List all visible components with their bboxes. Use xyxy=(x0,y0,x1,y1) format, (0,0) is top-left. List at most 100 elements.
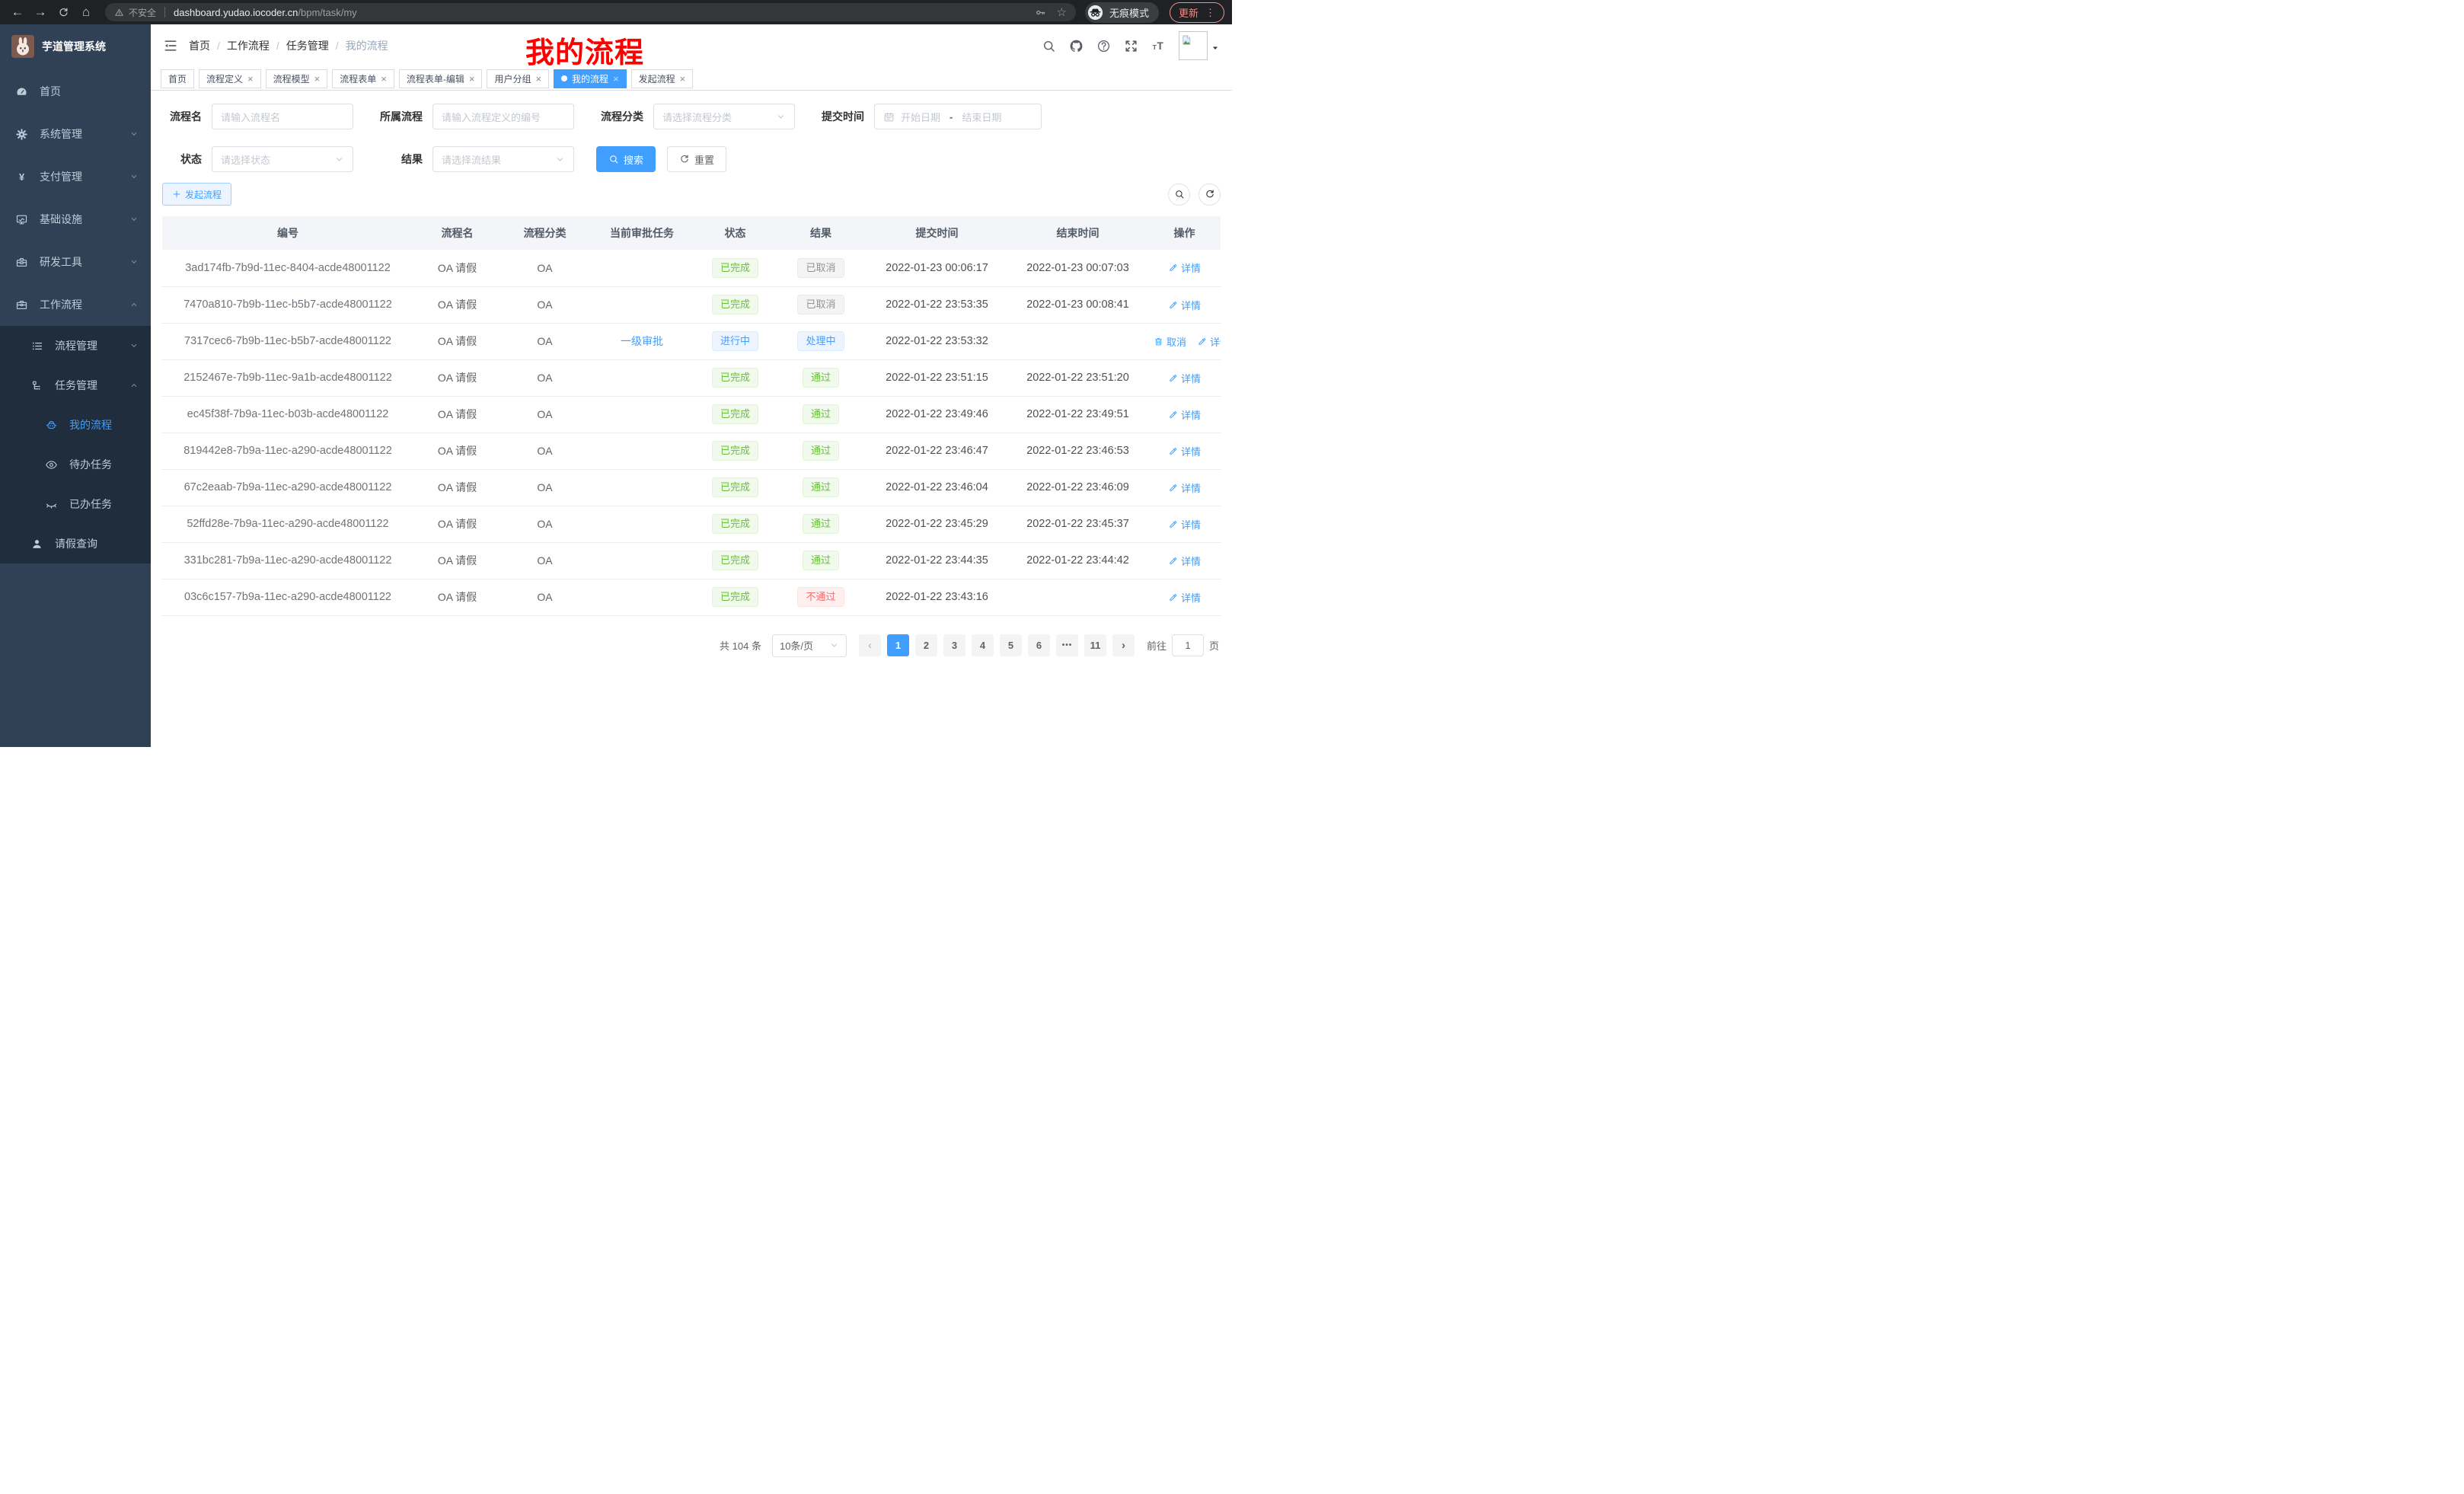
app-logo[interactable]: 芋道管理系统 xyxy=(0,24,151,69)
back-button[interactable]: ← xyxy=(8,2,27,22)
prev-page-button[interactable]: ‹ xyxy=(859,634,881,656)
process-name-input[interactable]: 请输入流程名 xyxy=(212,104,353,129)
address-bar[interactable]: 不安全 dashboard.yudao.iocoder.cn/bpm/task/… xyxy=(105,3,1076,21)
detail-action[interactable]: 详情 xyxy=(1168,590,1201,605)
menu-fold-icon[interactable] xyxy=(163,38,178,53)
close-icon[interactable]: × xyxy=(314,74,321,84)
tab-6[interactable]: 我的流程× xyxy=(554,69,627,88)
page-button-6[interactable]: 6 xyxy=(1028,634,1050,656)
password-key-icon[interactable] xyxy=(1035,7,1046,18)
sidebar-item-4[interactable]: 研发工具 xyxy=(0,241,151,283)
page-button-4[interactable]: 4 xyxy=(972,634,994,656)
edit-icon xyxy=(1197,337,1207,346)
tab-2[interactable]: 流程模型× xyxy=(266,69,328,88)
sidebar-item-8[interactable]: 我的流程 xyxy=(0,405,151,445)
sidebar-item-3[interactable]: 基础设施 xyxy=(0,198,151,241)
sidebar-item-7[interactable]: 任务管理 xyxy=(0,366,151,405)
detail-action[interactable]: 详情 xyxy=(1168,298,1201,312)
bookmark-star-icon[interactable]: ☆ xyxy=(1057,7,1067,18)
forward-button[interactable]: → xyxy=(30,2,50,22)
page-button-3[interactable]: 3 xyxy=(943,634,965,656)
submit-time-range-picker[interactable]: 开始日期 - 结束日期 xyxy=(874,104,1042,129)
page-button-1[interactable]: 1 xyxy=(887,634,909,656)
close-icon[interactable]: × xyxy=(381,74,387,84)
breadcrumb-item[interactable]: 首页 xyxy=(189,38,210,53)
status-cell: 已完成 xyxy=(695,542,775,579)
sidebar-item-11[interactable]: 请假查询 xyxy=(0,524,151,563)
edit-icon xyxy=(1168,556,1178,566)
sidebar-menu: 首页系统管理支付管理基础设施研发工具工作流程流程管理任务管理我的流程待办任务已办… xyxy=(0,70,151,563)
detail-action[interactable]: 详情 xyxy=(1168,554,1201,568)
detail-action[interactable]: 详情 xyxy=(1168,444,1201,458)
toggle-search-button[interactable] xyxy=(1168,184,1190,206)
detail-action[interactable]: 详情 xyxy=(1168,260,1201,275)
page-button-5[interactable]: 5 xyxy=(1000,634,1022,656)
column-header: 流程名 xyxy=(413,216,501,250)
help-icon[interactable] xyxy=(1096,39,1111,53)
jump-page-input[interactable] xyxy=(1172,634,1204,656)
home-button[interactable]: ⌂ xyxy=(76,2,96,22)
tab-3[interactable]: 流程表单× xyxy=(332,69,394,88)
sidebar-item-2[interactable]: 支付管理 xyxy=(0,155,151,198)
tab-0[interactable]: 首页 xyxy=(161,69,194,88)
tab-4[interactable]: 流程表单-编辑× xyxy=(399,69,483,88)
tab-5[interactable]: 用户分组× xyxy=(487,69,549,88)
chevron-down-icon xyxy=(776,112,786,122)
page-button-11[interactable]: 11 xyxy=(1084,634,1106,656)
current-task xyxy=(589,359,695,396)
chrome-update-button[interactable]: 更新 ⋮ xyxy=(1170,2,1224,23)
status-badge: 已取消 xyxy=(797,258,844,278)
jump-prefix: 前往 xyxy=(1147,638,1167,653)
tab-7[interactable]: 发起流程× xyxy=(631,69,694,88)
next-page-button[interactable]: › xyxy=(1112,634,1135,656)
process-name: OA 请假 xyxy=(413,506,501,542)
page-button-2[interactable]: 2 xyxy=(915,634,937,656)
end-time xyxy=(1007,579,1148,615)
reload-button[interactable] xyxy=(53,2,73,22)
detail-action[interactable]: 详情 xyxy=(1168,371,1201,385)
search-icon[interactable] xyxy=(1042,39,1056,53)
process-category-select[interactable]: 请选择流程分类 xyxy=(653,104,795,129)
detail-action[interactable]: 详情 xyxy=(1168,407,1201,422)
security-status[interactable]: 不安全 xyxy=(114,6,156,19)
detail-action[interactable]: 详情 xyxy=(1168,480,1201,495)
close-icon[interactable]: × xyxy=(469,74,475,84)
sidebar-item-10[interactable]: 已办任务 xyxy=(0,484,151,524)
end-time xyxy=(1007,323,1148,359)
process-definition-input[interactable]: 请输入流程定义的编号 xyxy=(432,104,574,129)
close-icon[interactable]: × xyxy=(247,74,254,84)
close-icon[interactable]: × xyxy=(613,74,619,84)
process-id: 2152467e-7b9b-11ec-9a1b-acde48001122 xyxy=(162,359,413,396)
status-select[interactable]: 请选择状态 xyxy=(212,146,353,172)
font-size-icon[interactable] xyxy=(1151,39,1166,53)
close-icon[interactable]: × xyxy=(680,74,686,84)
sidebar-item-6[interactable]: 流程管理 xyxy=(0,326,151,366)
reset-button[interactable]: 重置 xyxy=(667,146,726,172)
search-button[interactable]: 搜索 xyxy=(596,146,656,172)
more-pages-button[interactable]: ••• xyxy=(1056,634,1078,656)
fullscreen-icon[interactable] xyxy=(1124,39,1138,53)
submit-time: 2022-01-23 00:06:17 xyxy=(867,250,1007,286)
detail-action[interactable]: 详情 xyxy=(1197,334,1221,349)
create-process-button[interactable]: 发起流程 xyxy=(162,183,231,206)
kebab-menu-icon[interactable]: ⋮ xyxy=(1205,8,1215,18)
sidebar-item-0[interactable]: 首页 xyxy=(0,70,151,113)
action-label: 详情 xyxy=(1181,407,1201,422)
submit-time: 2022-01-22 23:53:32 xyxy=(867,323,1007,359)
current-task-link[interactable]: 一级审批 xyxy=(621,335,663,347)
sidebar-item-5[interactable]: 工作流程 xyxy=(0,283,151,326)
close-icon[interactable]: × xyxy=(535,74,541,84)
breadcrumb-item[interactable]: 工作流程 xyxy=(227,38,270,53)
cancel-action[interactable]: 取消 xyxy=(1154,334,1186,349)
user-avatar[interactable] xyxy=(1179,31,1220,60)
tab-1[interactable]: 流程定义× xyxy=(199,69,261,88)
sidebar-item-1[interactable]: 系统管理 xyxy=(0,113,151,155)
detail-action[interactable]: 详情 xyxy=(1168,517,1201,532)
breadcrumb-item[interactable]: 任务管理 xyxy=(286,38,329,53)
sidebar-item-label: 已办任务 xyxy=(69,496,139,512)
refresh-table-button[interactable] xyxy=(1198,184,1221,206)
result-select[interactable]: 请选择流结果 xyxy=(432,146,574,172)
sidebar-item-9[interactable]: 待办任务 xyxy=(0,445,151,484)
page-size-select[interactable]: 10条/页 xyxy=(772,634,847,657)
github-icon[interactable] xyxy=(1069,39,1084,53)
